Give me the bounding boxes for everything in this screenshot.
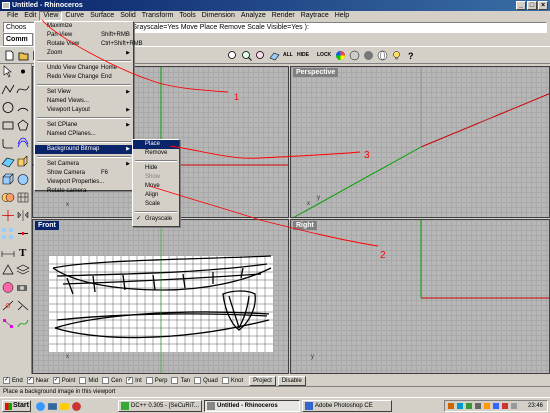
tray-icon	[466, 403, 472, 409]
osnap-perp[interactable]: Perp	[145, 376, 167, 386]
osnap-tan-checkbox	[171, 377, 179, 384]
tray-icon	[502, 403, 508, 409]
tray-icon	[448, 403, 454, 409]
dcpp-icon	[121, 402, 129, 410]
osnap-int[interactable]: ✓ Int	[126, 376, 142, 386]
osnap-cen-checkbox	[102, 377, 110, 384]
quicklaunch-desktop-icon[interactable]	[46, 400, 57, 411]
task-dcpp[interactable]: DC++ 0.305 - [SeCuRiT...	[118, 400, 202, 412]
osnap-cen[interactable]: Cen	[102, 376, 122, 386]
tray-icon	[457, 403, 463, 409]
osnap-tan[interactable]: Tan	[171, 376, 190, 386]
disable-button[interactable]: Disable	[277, 375, 306, 386]
osnap-quad-checkbox	[194, 377, 202, 384]
quicklaunch-app-icon[interactable]	[70, 400, 81, 411]
task-rhinoceros[interactable]: Untitled - Rhinoceros	[204, 400, 300, 412]
osnap-end-checkbox: ✓	[3, 377, 10, 384]
taskbar: Start DC++ 0.305 - [SeCuRiT... Untitled …	[0, 397, 550, 413]
volume-icon	[511, 403, 517, 409]
osnap-mid[interactable]: Mid	[79, 376, 98, 386]
annotation-3: 3	[364, 150, 370, 161]
osnap-knot-checkbox	[221, 377, 229, 384]
annotation-1: 1	[234, 92, 239, 102]
quicklaunch-ie-icon[interactable]	[34, 400, 45, 411]
tray-icon	[493, 403, 499, 409]
start-button[interactable]: Start	[2, 400, 31, 412]
osnap-int-checkbox: ✓	[126, 377, 134, 384]
photoshop-icon	[305, 402, 313, 410]
osnap-knot[interactable]: Knot	[221, 376, 243, 386]
quicklaunch-outlook-icon[interactable]	[58, 400, 69, 411]
osnap-near-checkbox: ✓	[26, 377, 34, 384]
annotation-overlay: 1 2 3	[41, 19, 386, 261]
osnap-perp-checkbox	[145, 377, 153, 384]
osnap-bar: ✓ End ✓ Near ✓ Point Mid Cen ✓ Int Perp Tan …	[0, 375, 550, 386]
status-text: Place a background image in this viewpor…	[3, 389, 116, 395]
tray-icon	[475, 403, 481, 409]
osnap-quad[interactable]: Quad	[194, 376, 218, 386]
system-tray: 23:46	[444, 400, 548, 412]
task-photoshop[interactable]: Adobe Photoshop CE	[302, 400, 392, 412]
tray-icon	[484, 403, 490, 409]
annotation-2: 2	[380, 250, 386, 261]
osnap-mid-checkbox	[79, 377, 87, 384]
osnap-end[interactable]: ✓ End	[3, 376, 23, 386]
osnap-point-checkbox: ✓	[52, 377, 60, 384]
osnap-near[interactable]: ✓ Near	[26, 376, 49, 386]
status-bar: Place a background image in this viewpor…	[0, 386, 550, 396]
windows-logo-icon	[5, 403, 12, 410]
project-button[interactable]: Project	[249, 375, 276, 386]
rhino-icon	[207, 402, 215, 410]
clock[interactable]: 23:46	[528, 401, 543, 411]
osnap-point[interactable]: ✓ Point	[52, 376, 75, 386]
